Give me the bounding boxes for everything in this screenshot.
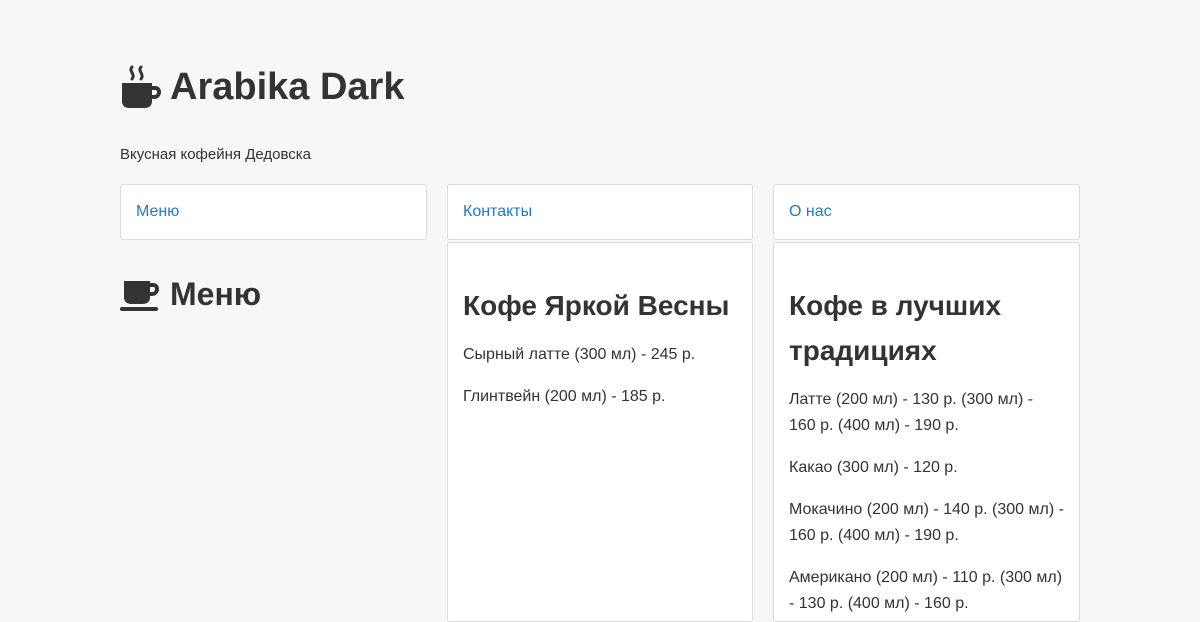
card-title: Кофе в лучших традициях (789, 290, 1002, 366)
menu-card-spring: Кофе Яркой Весны Сырный латте (300 мл) -… (447, 242, 753, 622)
nav-card-about: О нас (773, 184, 1080, 240)
menu-item: Сырный латте (300 мл) - 245 р. (463, 346, 696, 363)
menu-card-traditions: Кофе в лучших традициях Латте (200 мл) -… (773, 242, 1080, 622)
nav-link-menu[interactable]: Меню (136, 203, 179, 221)
nav-card-contacts: Контакты (447, 184, 753, 240)
menu-section-heading: Меню (120, 272, 261, 316)
coffee-cup-steam-icon (120, 65, 162, 109)
nav-card-menu: Меню (120, 184, 427, 240)
menu-item: Американо (200 мл) - 110 р. (300 мл) - 1… (789, 569, 1063, 612)
menu-item: Какао (300 мл) - 120 р. (789, 459, 958, 476)
site-tagline: Вкусная кофейня Дедовска (120, 146, 311, 163)
nav-link-contacts[interactable]: Контакты (463, 203, 532, 221)
menu-item: Мокачино (200 мл) - 140 р. (300 мл) - 16… (789, 501, 1064, 544)
menu-section-title: Меню (170, 276, 262, 312)
nav-link-about[interactable]: О нас (789, 203, 832, 221)
site-title: Arabika Dark (170, 66, 405, 108)
card-title: Кофе Яркой Весны (463, 290, 730, 321)
menu-item: Латте (200 мл) - 130 р. (300 мл) - 160 р… (789, 391, 1034, 434)
coffee-cup-icon (120, 275, 160, 313)
menu-item: Глинтвейн (200 мл) - 185 р. (463, 388, 666, 405)
site-header: Arabika Dark (120, 62, 404, 112)
